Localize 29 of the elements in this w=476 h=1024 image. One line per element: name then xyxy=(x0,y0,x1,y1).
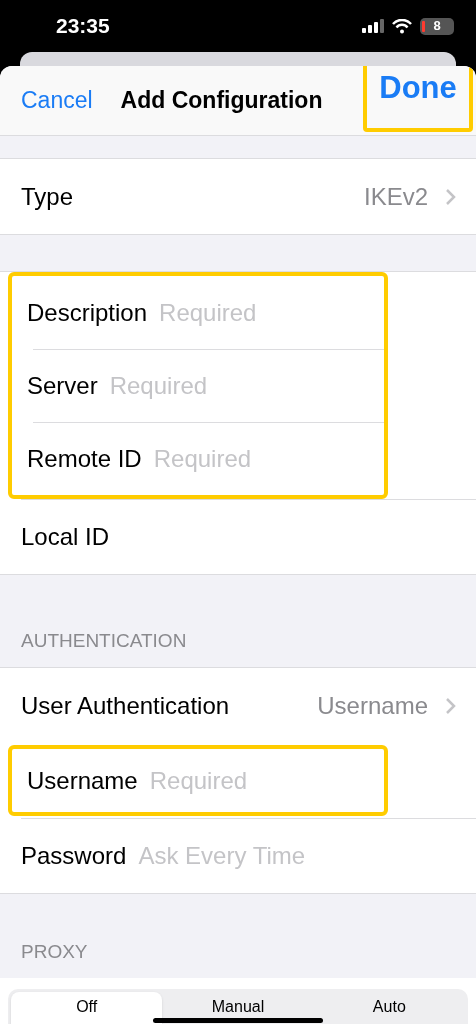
field-label: Local ID xyxy=(21,521,110,552)
field-label: Server xyxy=(27,370,98,401)
status-time: 23:35 xyxy=(56,13,110,40)
battery-percent: 8 xyxy=(433,17,441,36)
segment-tab[interactable]: Off xyxy=(11,992,163,1024)
segment-tab[interactable]: Auto xyxy=(313,992,465,1024)
text-input[interactable]: Required xyxy=(109,367,336,404)
section-header: PROXY xyxy=(21,939,88,964)
nav-title: Add Configuration xyxy=(120,86,323,116)
section-header: AUTHENTICATION xyxy=(21,628,187,653)
chevron-icon xyxy=(445,696,456,715)
field-label: Password xyxy=(21,840,127,871)
cancel-button[interactable]: Cancel xyxy=(21,83,93,118)
field-label: Type xyxy=(21,181,74,212)
text-input[interactable]: Required xyxy=(159,294,336,331)
segment-tab[interactable]: Manual xyxy=(162,992,314,1024)
text-input[interactable]: Required xyxy=(153,440,336,477)
text-input[interactable]: Ask Every Time xyxy=(138,837,428,874)
field-label: User Authentication xyxy=(21,690,230,721)
done-button[interactable]: Done xyxy=(363,66,473,132)
text-input[interactable]: Required xyxy=(149,762,336,799)
signal-icon xyxy=(362,19,384,33)
wifi-icon xyxy=(392,18,412,34)
field-label: Description xyxy=(27,297,148,328)
field-label: Username xyxy=(27,765,138,796)
chevron-icon xyxy=(445,187,456,206)
row-value: IKEv2 xyxy=(363,181,428,212)
field-label: Remote ID xyxy=(27,443,142,474)
row-value: Username xyxy=(317,690,428,721)
